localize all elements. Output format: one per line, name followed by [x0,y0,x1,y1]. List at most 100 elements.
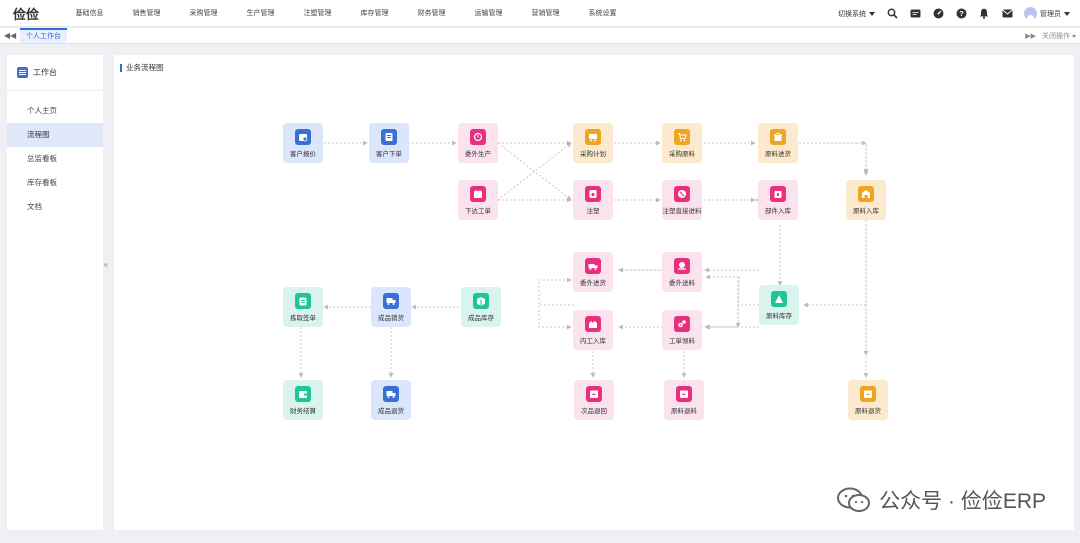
menu-item-finance[interactable]: 财务管理 [403,8,460,18]
node-label: 原料进货 [765,150,791,158]
app-logo[interactable]: 俭俭 [13,4,61,23]
node-label: 委外送料 [669,279,695,287]
node-injection[interactable]: 注塑 [573,180,613,220]
node-purchase-plan[interactable]: 采购计划 [573,123,613,163]
wallet-icon [295,385,311,402]
hand-box-icon [674,257,690,274]
menu-item-injection[interactable]: 注塑管理 [289,8,346,18]
clipboard-icon [295,292,311,309]
node-label: 原料入库 [853,207,879,215]
main-menu: 基础信息 销售管理 采购管理 生产管理 注塑管理 库存管理 财务管理 运输管理 … [61,8,631,18]
tab-scroll-right-icon[interactable]: ▶▶ [1025,32,1036,40]
caret-down-icon [1072,34,1076,38]
sidebar-item-flowchart[interactable]: 流程图 [7,123,103,147]
admin-label: 管理员 [1040,10,1061,18]
order-icon [381,128,397,145]
node-injection-direct-material[interactable]: 注塑直接进料 [662,180,702,220]
message-icon[interactable] [909,8,921,20]
cart-icon [674,128,690,145]
close-operations-dropdown[interactable]: 关闭操作 [1042,31,1076,41]
undo-box-icon [586,385,602,402]
help-icon[interactable]: ? [955,8,967,20]
node-outsource-receive[interactable]: 委外进货 [573,252,613,292]
node-semi-inbound[interactable]: 内工入库 [573,310,613,350]
node-label: 客户下单 [376,150,402,158]
node-purchase-material[interactable]: 采购原料 [662,123,702,163]
sidebar-item-home[interactable]: 个人主页 [7,99,103,123]
node-customer-quote[interactable]: 客户报价 [283,123,323,163]
node-raw-material-stock[interactable]: 原料库存 [759,285,799,325]
tab-scroll-left-icon[interactable]: ◀◀ [0,31,20,40]
bell-icon[interactable] [978,8,990,20]
node-finished-return[interactable]: 成品退货 [371,380,411,420]
mail-icon[interactable] [1001,8,1013,20]
sidebar-item-director-board[interactable]: 总监看板 [7,147,103,171]
box-icon [770,185,786,202]
outsource-icon [470,128,486,145]
menu-item-settings[interactable]: 系统设置 [574,8,631,18]
collapse-sidebar-icon[interactable]: « [102,258,110,272]
node-part-inbound[interactable]: 部件入库 [758,180,798,220]
node-label: 下达工单 [465,207,491,215]
return-truck-icon [383,385,399,402]
tab-personal-workbench[interactable]: 个人工作台 [20,28,67,43]
node-material-refund[interactable]: 原料退货 [848,380,888,420]
sidebar-item-inventory-board[interactable]: 库存看板 [7,171,103,195]
menu-item-purchase[interactable]: 采购管理 [175,8,232,18]
node-label: 成品库存 [468,314,494,322]
truck-box-icon [770,128,786,145]
watermark: 公众号 · 俭俭ERP [837,485,1046,515]
node-label: 采购原料 [669,150,695,158]
node-finished-sales[interactable]: 成品销货 [371,287,411,327]
node-defect-return[interactable]: 次品退回 [574,380,614,420]
user-menu[interactable]: 管理员 [1024,7,1070,20]
node-pick-list[interactable]: 拣取签单 [283,287,323,327]
menu-item-transport[interactable]: 运输管理 [460,8,517,18]
node-finished-stock[interactable]: 成品库存 [461,287,501,327]
node-label: 原料退货 [855,407,881,415]
node-customer-order[interactable]: 客户下单 [369,123,409,163]
node-label: 成品退货 [378,407,404,415]
business-flowchart: 客户报价 客户下单 委外生产 采购计划 采购原料 原料进货 下达工单 注塑 注塑… [114,55,1074,530]
switch-system-dropdown[interactable]: 切换系统 [838,9,875,19]
factory-icon [585,315,601,332]
node-issue-work-order[interactable]: 下达工单 [458,180,498,220]
node-material-inbound[interactable]: 原料进货 [758,123,798,163]
top-right-tools: 切换系统 ? 管理员 [838,0,1070,27]
node-label: 部件入库 [765,207,791,215]
node-work-order-material[interactable]: 工单领料 [662,310,702,350]
watermark-text: 公众号 · 俭俭ERP [879,490,1046,513]
close-operations-label: 关闭操作 [1042,33,1070,40]
node-finance-settlement[interactable]: 财务结算 [283,380,323,420]
dashboard-icon[interactable] [932,8,944,20]
node-label: 财务结算 [290,407,316,415]
menu-item-basic-info[interactable]: 基础信息 [61,8,118,18]
caret-down-icon [1064,11,1070,16]
menu-item-inventory[interactable]: 库存管理 [346,8,403,18]
node-label: 委外进货 [580,279,606,287]
sidebar-list: 个人主页 流程图 总监看板 库存看板 文档 [7,91,103,219]
tools-icon [674,185,690,202]
node-outsource-production[interactable]: 委外生产 [458,123,498,163]
menu-item-production[interactable]: 生产管理 [232,8,289,18]
package-icon [473,292,489,309]
undo-box-icon [676,385,692,402]
sidebar-item-docs[interactable]: 文档 [7,195,103,219]
sidebar: 工作台 个人主页 流程图 总监看板 库存看板 文档 [7,55,103,530]
node-label: 内工入库 [580,337,606,345]
truck-icon [585,257,601,274]
gears-icon [674,315,690,332]
node-label: 客户报价 [290,150,316,158]
svg-text:?: ? [959,9,964,18]
node-label: 次品退回 [581,407,607,415]
node-label: 注塑 [586,207,600,215]
sidebar-title: 工作台 [33,68,57,77]
caret-down-icon [869,11,875,16]
node-raw-material-inbound[interactable]: 原料入库 [846,180,886,220]
menu-item-marketing[interactable]: 营销管理 [517,8,574,18]
node-material-return[interactable]: 原料退料 [664,380,704,420]
top-navbar: 俭俭 基础信息 销售管理 采购管理 生产管理 注塑管理 库存管理 财务管理 运输… [0,0,1080,27]
node-outsource-material[interactable]: 委外送料 [662,252,702,292]
menu-item-sales[interactable]: 销售管理 [118,8,175,18]
search-icon[interactable] [886,8,898,20]
